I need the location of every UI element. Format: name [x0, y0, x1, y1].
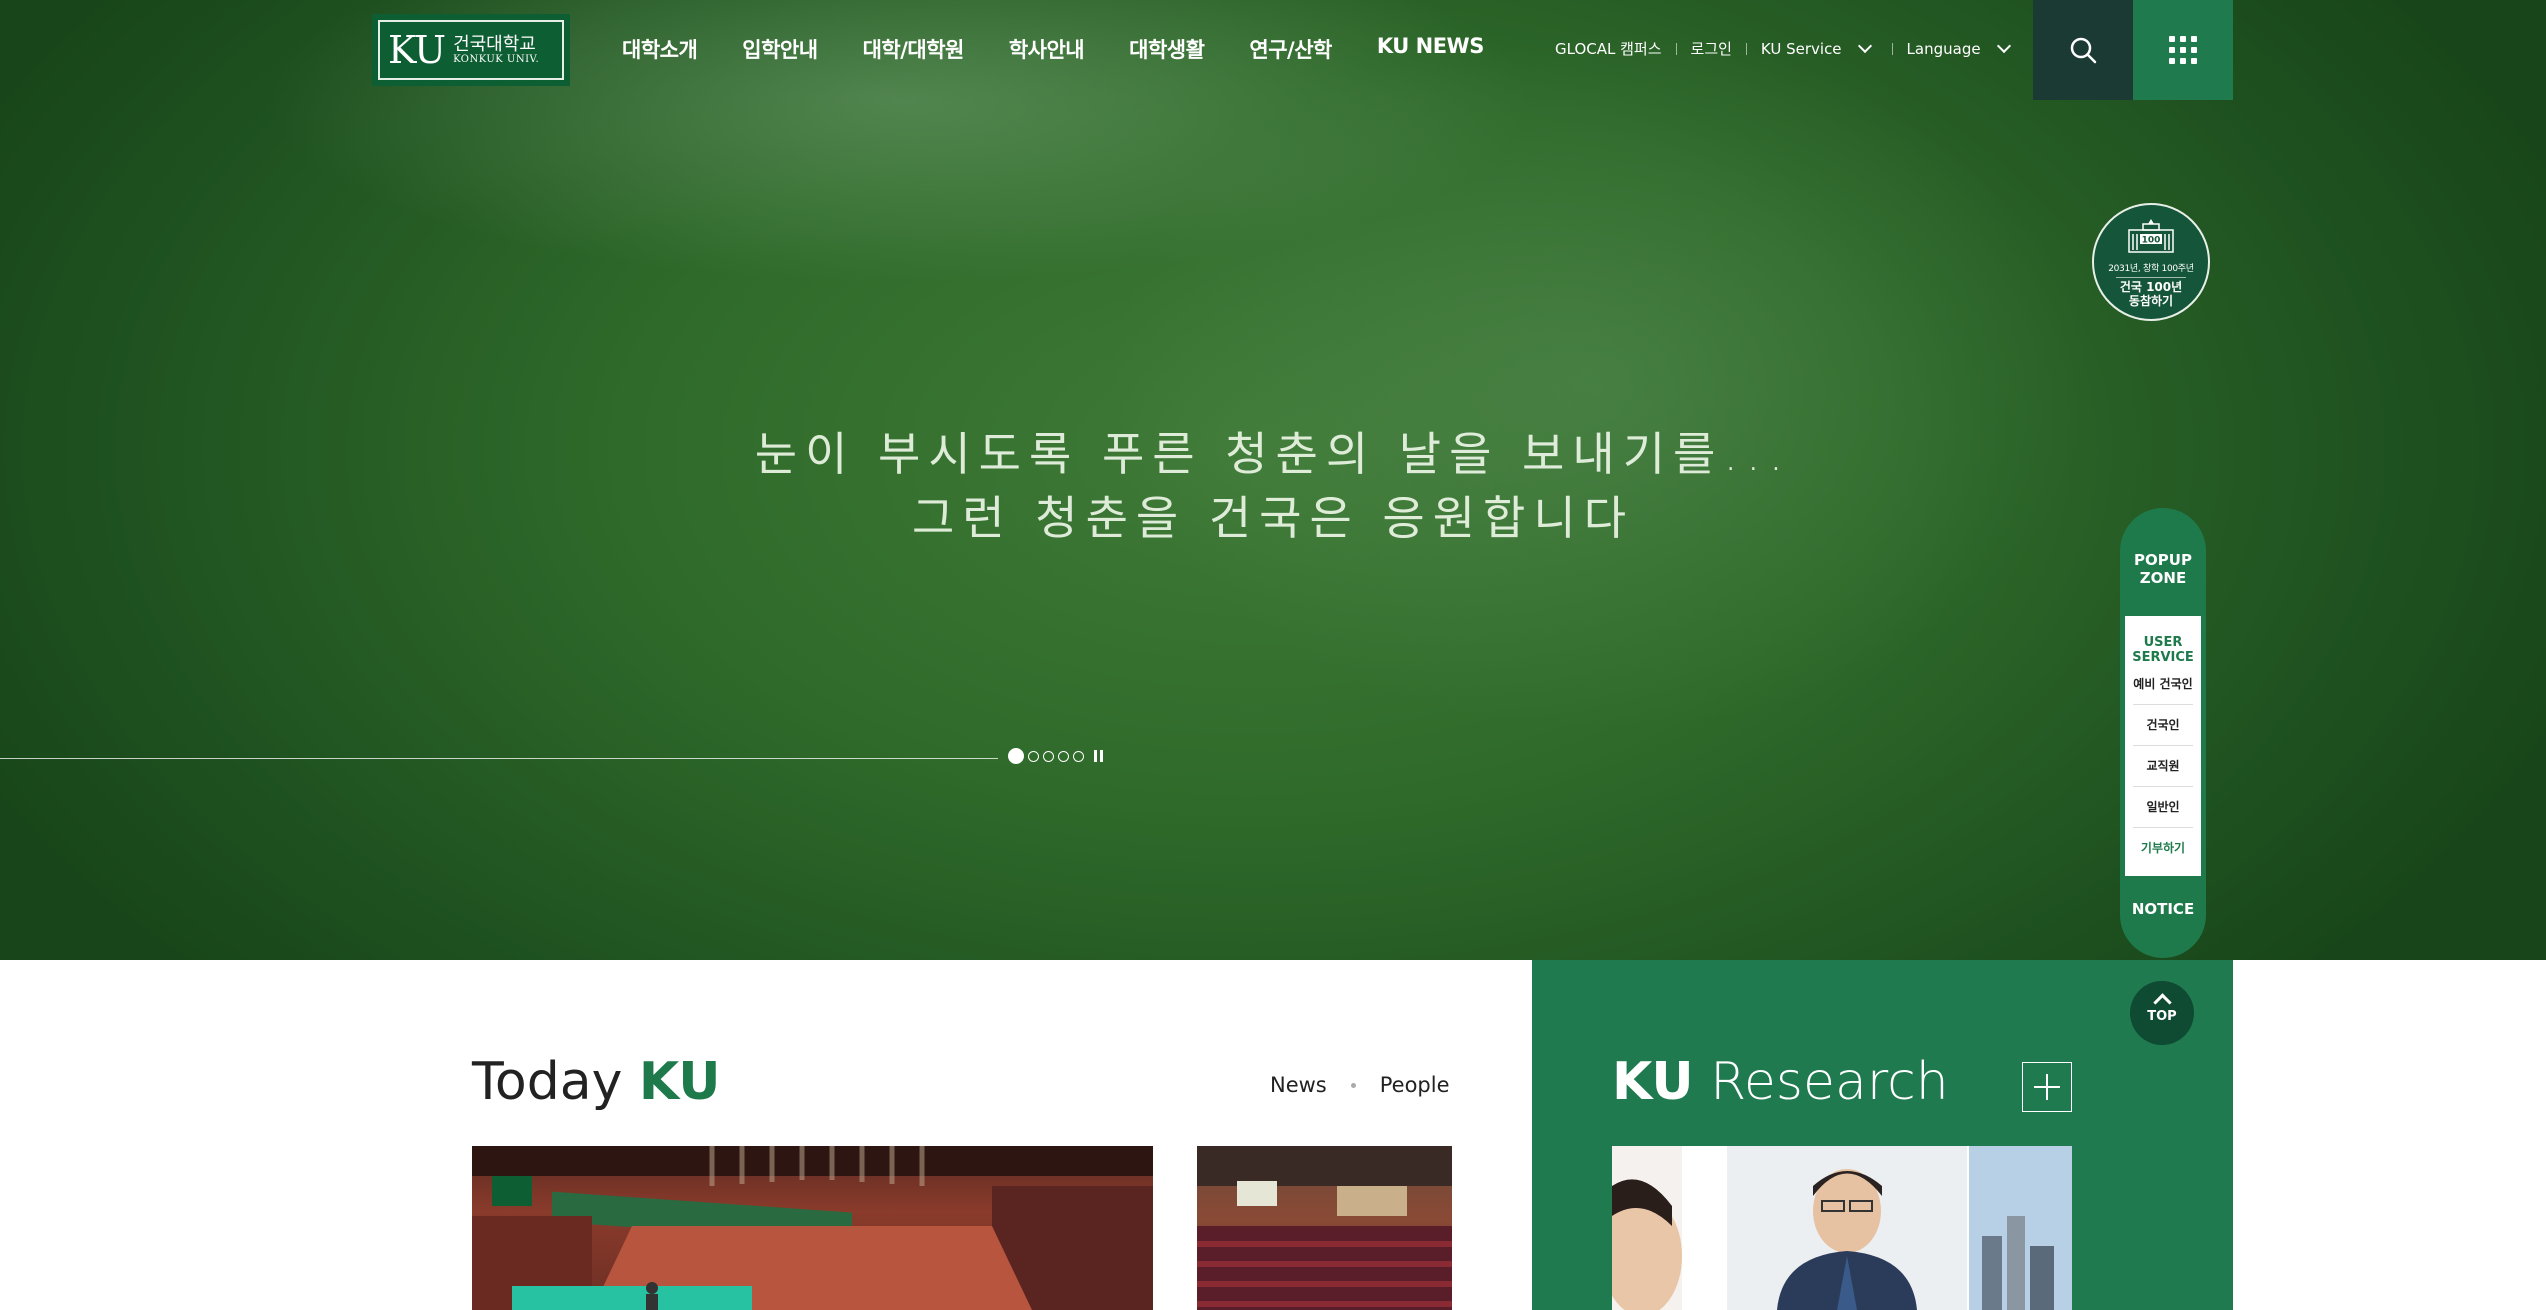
news-photo-secondary[interactable]: [1197, 1146, 1452, 1310]
nav-item-research[interactable]: 연구/산학: [1249, 34, 1332, 64]
slider-progress-line: [0, 758, 998, 759]
today-tabs: News People: [1270, 1073, 1450, 1097]
nav-item-academics[interactable]: 학사안내: [1009, 34, 1085, 64]
main-nav: 대학소개 입학안내 대학/대학원 학사안내 대학생활 연구/산학 KU NEWS: [622, 34, 1484, 64]
language-dropdown[interactable]: Language: [1907, 40, 1981, 58]
divider: [1350, 1082, 1356, 1088]
ku-research-section: KU Research: [1532, 960, 2233, 1310]
auditorium-photo: [1197, 1146, 1452, 1310]
slider-dot-4[interactable]: [1058, 750, 1069, 762]
scroll-top-button[interactable]: TOP: [2130, 981, 2194, 1045]
slider-dot-2[interactable]: [1028, 750, 1039, 762]
divider: [1675, 42, 1677, 55]
badge-title-line1: 건국 100년: [2119, 280, 2183, 294]
building-icon: 100: [2128, 219, 2174, 253]
login-link[interactable]: 로그인: [1691, 38, 1732, 59]
divider: [2116, 277, 2186, 278]
chevron-down-icon[interactable]: [1996, 38, 2011, 54]
user-service-title: USER SERVICE: [2125, 616, 2201, 665]
nav-item-admission[interactable]: 입학안내: [742, 34, 818, 64]
grid-menu-icon: [2169, 36, 2197, 64]
slider-pagination: [1008, 748, 1103, 764]
quick-item-donate[interactable]: 기부하기: [2133, 828, 2193, 868]
utility-nav: GLOCAL 캠퍼스 로그인 KU Service Language: [1555, 38, 2017, 59]
quick-item-prospective[interactable]: 예비 건국인: [2133, 664, 2193, 705]
all-menu-button[interactable]: [2133, 0, 2233, 100]
slider-dot-3[interactable]: [1043, 750, 1054, 762]
logo[interactable]: KU 건국대학교 KONKUK UNIV.: [372, 14, 570, 86]
search-button[interactable]: [2033, 0, 2133, 100]
news-photo-main[interactable]: [472, 1146, 1153, 1310]
glocal-campus-link[interactable]: GLOCAL 캠퍼스: [1555, 38, 1662, 59]
centennial-badge[interactable]: 100 2031년, 창학 100주년 건국 100년 동참하기: [2092, 203, 2210, 321]
quick-item-staff[interactable]: 교직원: [2133, 746, 2193, 787]
research-title-rest: Research: [1710, 1052, 1949, 1112]
quick-item-students[interactable]: 건국인: [2133, 705, 2193, 746]
ku-service-dropdown[interactable]: KU Service: [1761, 40, 1842, 58]
slider-dot-5[interactable]: [1073, 750, 1084, 762]
badge-title-line2: 동참하기: [2128, 293, 2174, 308]
today-ku-title: Today KU: [472, 1052, 721, 1112]
popup-zone-label-2: ZONE: [2139, 569, 2187, 587]
research-title-brand: KU: [1612, 1052, 1694, 1112]
today-title-brand: KU: [638, 1052, 721, 1112]
pause-icon[interactable]: [1094, 750, 1103, 762]
svg-text:100: 100: [2142, 236, 2161, 246]
today-title-prefix: Today: [472, 1052, 623, 1112]
quick-menu: POPUP ZONE USER SERVICE 예비 건국인 건국인 교직원 일…: [2120, 508, 2206, 958]
popup-zone-button[interactable]: POPUP ZONE: [2120, 508, 2206, 616]
quick-item-public[interactable]: 일반인: [2133, 787, 2193, 828]
nav-item-campus-life[interactable]: 대학생활: [1129, 34, 1205, 64]
badge-subtitle: 2031년, 창학 100주년: [2108, 264, 2194, 274]
tab-news[interactable]: News: [1270, 1073, 1327, 1097]
notice-label: NOTICE: [2131, 900, 2195, 918]
notice-button[interactable]: NOTICE: [2120, 876, 2206, 958]
search-icon: [2070, 37, 2097, 64]
slider-dot-1[interactable]: [1008, 748, 1024, 764]
nav-item-about[interactable]: 대학소개: [622, 34, 698, 64]
logo-english: KONKUK UNIV.: [453, 54, 540, 66]
researcher-photo: [1612, 1146, 2072, 1310]
nav-item-ku-news[interactable]: KU NEWS: [1377, 34, 1484, 64]
user-service-title-1: USER: [2143, 635, 2183, 650]
ceremony-photo: [472, 1146, 1153, 1310]
tab-people[interactable]: People: [1380, 1073, 1450, 1097]
hero-headline-line1: 눈이 부시도록 푸른 청춘의 날을 보내기를...: [754, 427, 1792, 481]
chevron-down-icon[interactable]: [1857, 38, 1872, 54]
popup-zone-label-1: POPUP: [2134, 551, 2192, 569]
divider: [1891, 42, 1893, 55]
nav-item-colleges[interactable]: 대학/대학원: [863, 34, 965, 64]
divider: [1745, 42, 1747, 55]
research-title: KU Research: [1612, 1052, 1949, 1112]
logo-mark: KU: [388, 28, 446, 72]
logo-korean: 건국대학교: [453, 33, 536, 55]
plus-icon[interactable]: [2022, 1062, 2072, 1112]
research-photos[interactable]: [1612, 1146, 2072, 1310]
user-service-panel: USER SERVICE 예비 건국인 건국인 교직원 일반인 기부하기: [2125, 616, 2201, 876]
